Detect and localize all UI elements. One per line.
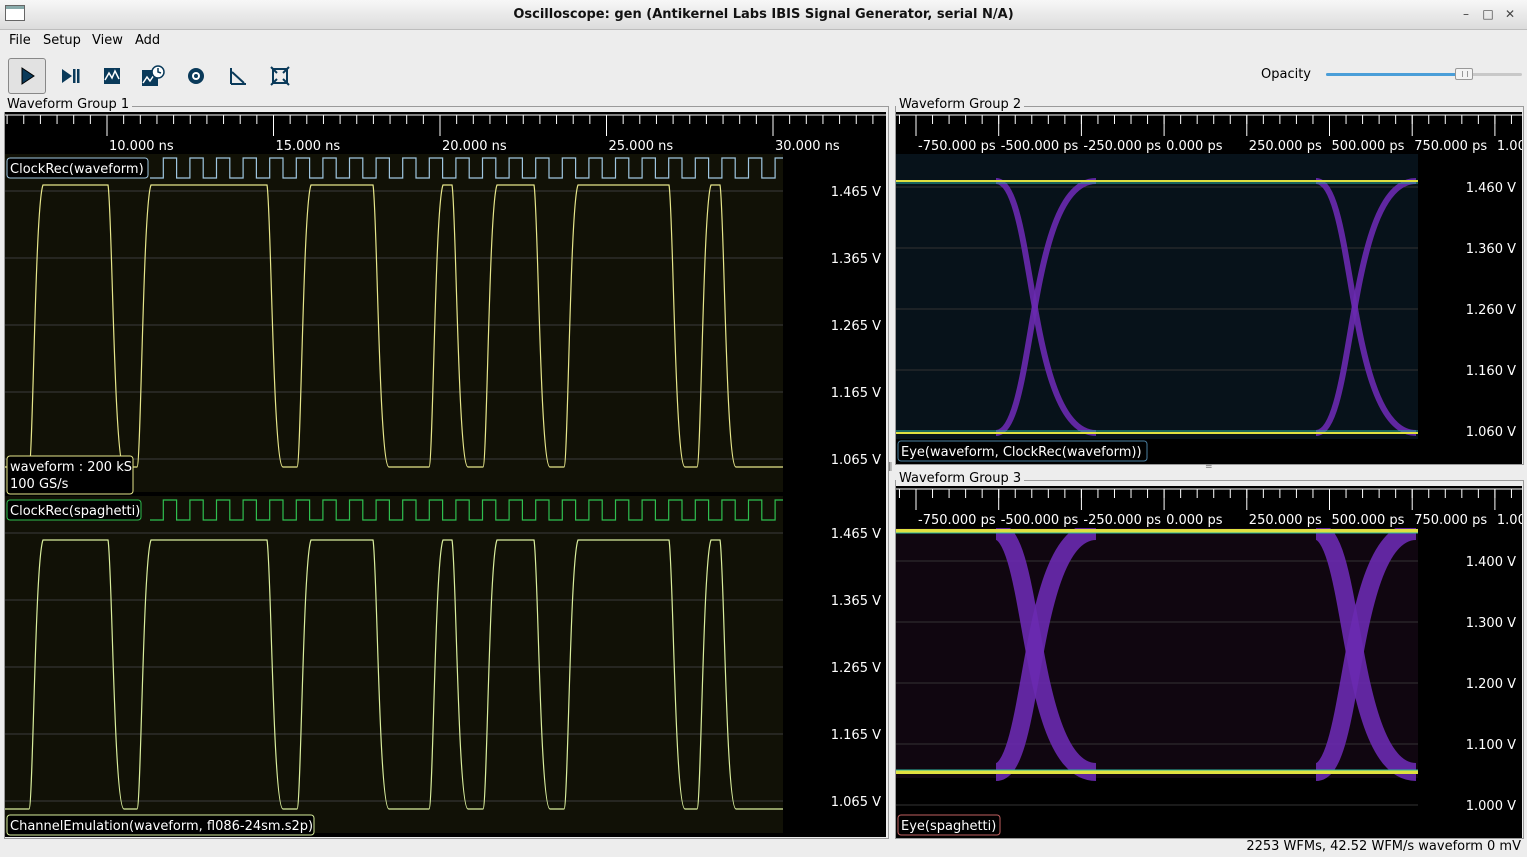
group-1-title: Waveform Group 1	[4, 97, 133, 112]
timeline-label: 250.000 ps	[1249, 139, 1322, 154]
settings-button[interactable]	[177, 58, 215, 94]
menu-bar: File Setup View Add	[0, 30, 1527, 52]
axis-label: 1.165 V	[831, 728, 881, 743]
plot-area	[5, 154, 783, 492]
timeline-label: 30.000 ns	[775, 139, 840, 154]
timeline-label: 250.000 ps	[1249, 513, 1322, 528]
plot-area	[5, 496, 783, 833]
group-2-timeline[interactable]: -750.000 ps -500.000 ps -250.000 ps 0.000 p…	[896, 112, 1522, 154]
axis-label: 1.265 V	[831, 661, 881, 676]
history-button[interactable]	[134, 58, 172, 94]
timeline-label: 750.000 ps	[1414, 139, 1487, 154]
info-line-2: 100 GS/s	[10, 477, 69, 492]
opacity-label: Opacity	[1261, 67, 1312, 82]
axis-label: 1.365 V	[831, 594, 881, 609]
axis-label: 1.265 V	[831, 319, 881, 334]
axis-label: 1.100 V	[1466, 738, 1516, 753]
menu-setup[interactable]: Setup	[43, 33, 81, 48]
axis-label: 1.065 V	[831, 453, 881, 468]
axis-label: 1.465 V	[831, 185, 881, 200]
splitter-handle[interactable]: =	[1205, 463, 1213, 472]
axis-label: 1.400 V	[1466, 555, 1516, 570]
timeline-label: 10.000 ns	[109, 139, 174, 154]
group-1-top-plot[interactable]: 1.465 V 1.365 V 1.265 V 1.165 V 1.065 V Clock…	[5, 154, 886, 496]
menu-add[interactable]: Add	[135, 33, 160, 48]
opacity-slider-handle[interactable]	[1455, 68, 1474, 80]
measure-button[interactable]	[219, 58, 257, 94]
timeline-label: -500.000 ps	[1001, 139, 1079, 154]
axis-label: 1.300 V	[1466, 616, 1516, 631]
title-bar: Oscilloscope: gen (Antikernel Labs IBIS …	[0, 0, 1527, 30]
opacity-slider[interactable]	[1326, 68, 1522, 80]
axis-label: 1.160 V	[1466, 364, 1516, 379]
timeline-label: 25.000 ns	[609, 139, 674, 154]
group-1-bottom-plot[interactable]: 1.465 V 1.365 V 1.265 V 1.165 V 1.065 V Clock…	[5, 496, 886, 837]
fullscreen-icon	[270, 66, 290, 86]
channel-label[interactable]: ClockRec(spaghetti)	[10, 504, 140, 519]
axis-label: 1.365 V	[831, 252, 881, 267]
minimize-icon[interactable]: –	[1458, 6, 1474, 22]
waveform-button[interactable]	[93, 58, 131, 94]
status-bar: 2253 WFMs, 42.52 WFM/s waveform 0 mV	[0, 838, 1527, 857]
channel-label[interactable]: ClockRec(waveform)	[10, 162, 144, 177]
group-1-timeline[interactable]: 10.000 ns 15.000 ns 20.000 ns 25.000 ns 30.0…	[5, 112, 886, 154]
timeline-label: 0.000 ps	[1166, 513, 1223, 528]
history-icon	[142, 65, 165, 86]
timeline-label: 500.000 ps	[1332, 513, 1405, 528]
axis-label: 1.065 V	[831, 795, 881, 810]
menu-file[interactable]: File	[9, 33, 31, 48]
timeline-label: 15.000 ns	[276, 139, 341, 154]
settings-icon	[188, 68, 204, 84]
maximize-icon[interactable]: □	[1480, 6, 1496, 22]
timeline-label: 500.000 ps	[1332, 139, 1405, 154]
timeline-label: -250.000 ps	[1083, 139, 1161, 154]
run-button[interactable]	[8, 58, 46, 94]
group-2-title: Waveform Group 2	[896, 97, 1025, 112]
timeline-label: 750.000 ps	[1414, 513, 1487, 528]
opacity-slider-fill	[1326, 73, 1462, 76]
vertical-splitter-handle[interactable]: ‖	[888, 462, 894, 474]
axis-label: 1.260 V	[1466, 303, 1516, 318]
waveform-icon	[104, 68, 120, 84]
menu-view[interactable]: View	[92, 33, 123, 48]
timeline-label: 0.000 ps	[1166, 139, 1223, 154]
axis-label: 1.165 V	[831, 386, 881, 401]
single-trigger-button[interactable]	[51, 58, 89, 94]
axis-label: 1.060 V	[1466, 425, 1516, 440]
timeline-label: -750.000 ps	[918, 513, 996, 528]
group-3-title: Waveform Group 3	[896, 471, 1025, 486]
close-icon[interactable]: ✕	[1502, 6, 1518, 22]
window-title: Oscilloscope: gen (Antikernel Labs IBIS …	[513, 7, 1014, 22]
axis-label: 1.465 V	[831, 527, 881, 542]
timeline-label: -250.000 ps	[1083, 513, 1161, 528]
channel-emulation-label[interactable]: ChannelEmulation(waveform, fl086-24sm.s2…	[10, 819, 313, 834]
group-3-timeline[interactable]: -750.000 ps -500.000 ps -250.000 ps 0.000 p…	[896, 486, 1522, 528]
eye-label[interactable]: Eye(waveform, ClockRec(waveform))	[901, 445, 1142, 460]
group-3-eye-plot[interactable]: 1.400 V 1.300 V 1.200 V 1.100 V 1.000 V Eye(s…	[896, 528, 1522, 838]
run-icon	[21, 67, 35, 85]
axis-label: 1.000 V	[1466, 799, 1516, 814]
axis-label: 1.360 V	[1466, 242, 1516, 257]
timeline-label: 20.000 ns	[442, 139, 507, 154]
fullscreen-button[interactable]	[261, 58, 299, 94]
status-text: 2253 WFMs, 42.52 WFM/s waveform 0 mV	[1246, 839, 1521, 854]
axis-label: 1.200 V	[1466, 677, 1516, 692]
single-icon	[62, 69, 80, 83]
timeline-label: 1.000	[1497, 513, 1522, 528]
axis-label: 1.460 V	[1466, 181, 1516, 196]
eye-label[interactable]: Eye(spaghetti)	[901, 819, 996, 834]
timeline-label: -750.000 ps	[918, 139, 996, 154]
group-2-eye-plot[interactable]: 1.460 V 1.360 V 1.260 V 1.160 V 1.060 V Eye(w…	[896, 154, 1522, 464]
timeline-label: -500.000 ps	[1001, 513, 1079, 528]
info-line-1: waveform : 200 kS	[10, 460, 132, 475]
timeline-label: 1.000	[1497, 139, 1522, 154]
measure-icon	[230, 68, 246, 85]
